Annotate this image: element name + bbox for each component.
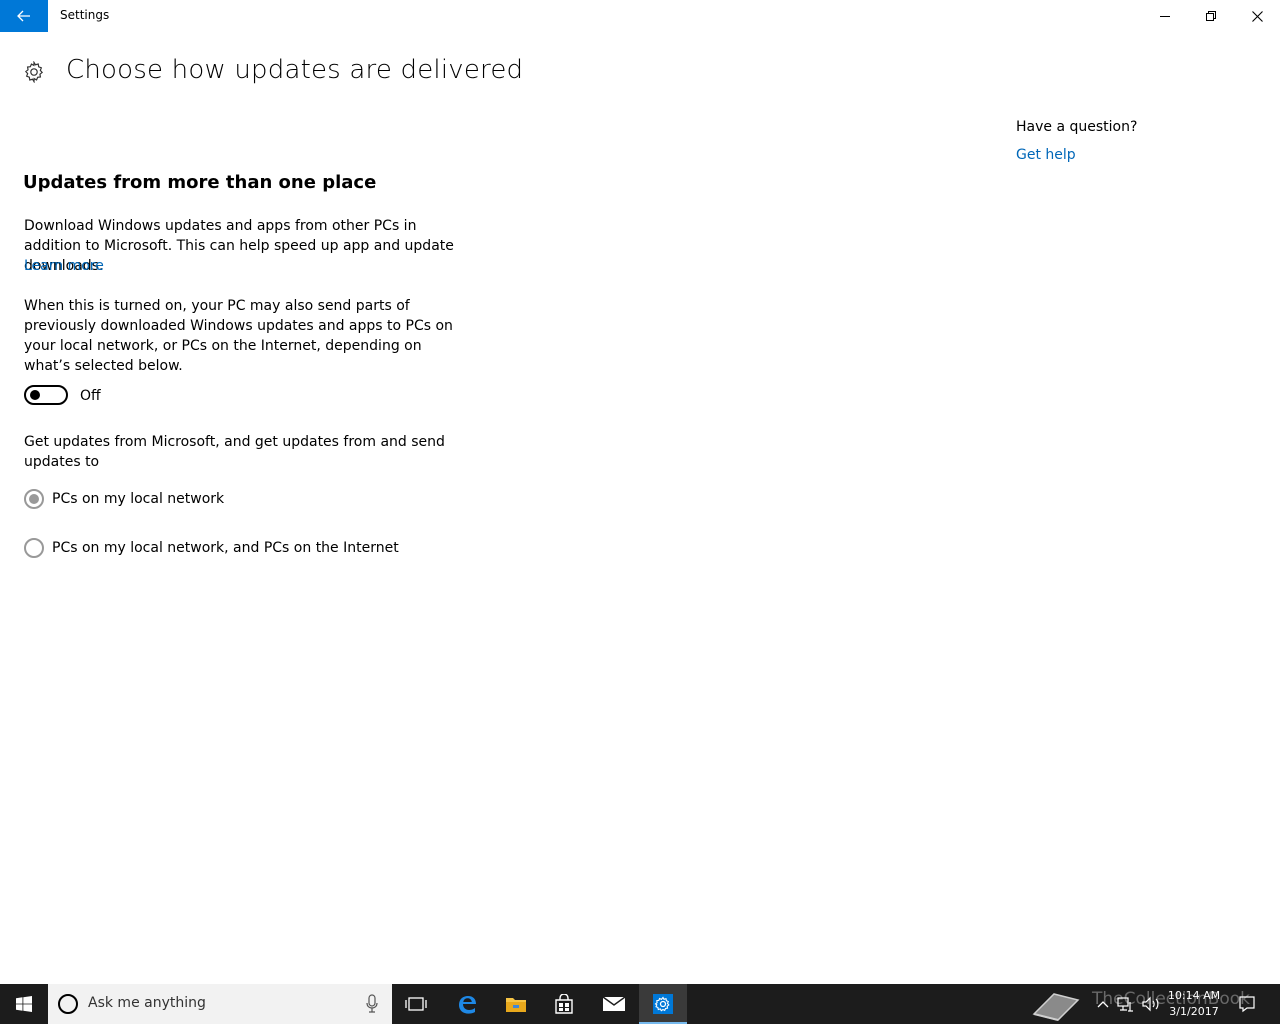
window-title: Settings [60, 8, 110, 22]
section-title: Updates from more than one place [23, 172, 377, 193]
title-bar: Settings [0, 0, 1280, 32]
options-label: Get updates from Microsoft, and get upda… [24, 434, 445, 470]
file-explorer-button[interactable] [492, 984, 540, 1024]
toggle-description-text: When this is turned on, your PC may also… [24, 298, 453, 374]
network-icon[interactable] [1117, 995, 1135, 1013]
gear-icon [24, 61, 44, 83]
get-help-link[interactable]: Get help [1016, 145, 1076, 165]
search-placeholder: Ask me anything [88, 995, 206, 1011]
radio-option-local-network[interactable]: PCs on my local network [24, 489, 224, 509]
edge-icon [459, 996, 476, 1014]
learn-more-link[interactable]: Learn more [24, 256, 104, 276]
show-hidden-icons-icon[interactable] [1095, 996, 1111, 1012]
restore-button[interactable] [1188, 0, 1234, 32]
clock-date[interactable]: 3/1/2017 [1164, 1004, 1224, 1019]
settings-window: Settings Choose how updates are delivere… [0, 0, 1280, 984]
mail-icon [602, 996, 626, 1011]
radio-option-local-and-internet[interactable]: PCs on my local network, and PCs on the … [24, 538, 399, 558]
mail-button[interactable] [590, 984, 638, 1024]
action-center-icon[interactable] [1238, 995, 1256, 1013]
back-arrow-icon [17, 10, 30, 22]
file-explorer-icon [506, 998, 526, 1012]
book-logo-icon [1032, 993, 1080, 1021]
close-icon [1251, 10, 1263, 22]
task-view-button[interactable] [392, 984, 440, 1024]
store-icon [555, 994, 573, 1014]
page-title: Choose how updates are delivered [66, 55, 524, 85]
toggle-state-label: Off [80, 388, 101, 404]
radio-label: PCs on my local network [52, 491, 225, 507]
back-button[interactable] [0, 0, 48, 32]
edge-button[interactable] [443, 984, 491, 1024]
clock-time[interactable]: 10:14 AM [1164, 988, 1224, 1003]
delivery-optimization-toggle[interactable] [24, 385, 68, 405]
toggle-knob [30, 390, 40, 400]
volume-icon[interactable] [1141, 995, 1161, 1013]
taskbar: Ask me anything TheCollectionBook 10:14 … [0, 984, 1280, 1024]
minimize-button[interactable] [1142, 0, 1188, 32]
store-button[interactable] [540, 984, 588, 1024]
minimize-icon [1160, 16, 1170, 17]
microphone-icon[interactable] [364, 994, 380, 1014]
settings-icon [653, 994, 673, 1014]
task-view-icon [405, 997, 427, 1011]
close-button[interactable] [1234, 0, 1280, 32]
start-button[interactable] [0, 984, 48, 1024]
search-box[interactable]: Ask me anything [48, 984, 392, 1024]
restore-icon [1206, 11, 1216, 21]
radio-button-unchecked[interactable] [24, 538, 44, 558]
have-a-question-heading: Have a question? [1016, 119, 1138, 135]
windows-logo-icon [16, 996, 32, 1012]
radio-label: PCs on my local network, and PCs on the … [52, 540, 399, 556]
radio-button-checked[interactable] [24, 489, 44, 509]
settings-taskbar-button[interactable] [639, 984, 687, 1024]
cortana-icon [58, 994, 78, 1014]
